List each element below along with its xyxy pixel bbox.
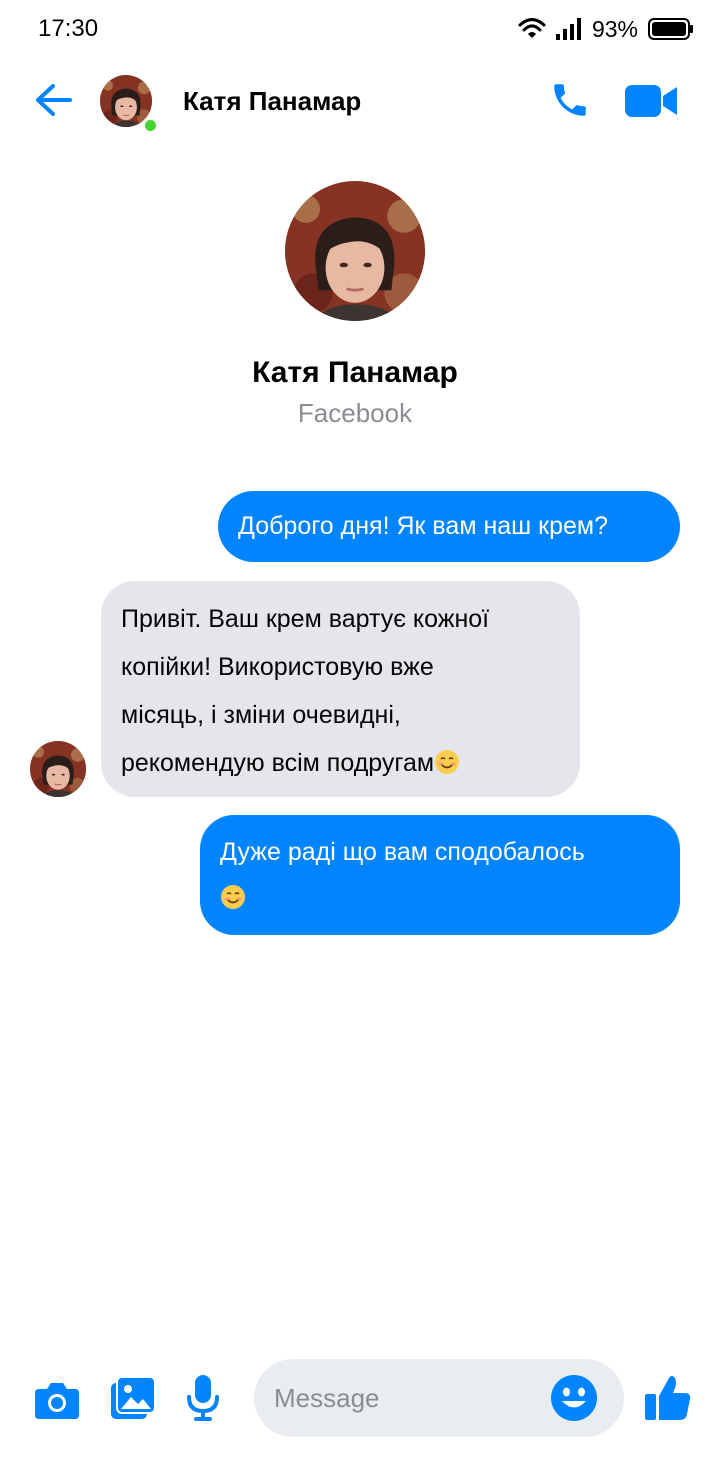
thumbs-up-icon	[645, 1374, 691, 1425]
back-arrow-icon	[35, 83, 73, 122]
message-input[interactable]	[274, 1359, 544, 1437]
status-icons: 93%	[518, 14, 694, 44]
smiling-face-emoji	[220, 879, 246, 909]
gallery-icon	[111, 1375, 156, 1424]
emoji-button[interactable]	[550, 1374, 598, 1422]
chat-header: Катя Панамар	[0, 70, 720, 140]
smiling-face-emoji	[434, 743, 460, 774]
profile-name: Катя Панамар	[252, 356, 458, 389]
battery-percent: 93%	[591, 15, 638, 42]
battery-icon	[648, 18, 694, 40]
phone-icon	[549, 79, 591, 126]
camera-button[interactable]	[32, 1377, 82, 1427]
gallery-button[interactable]	[108, 1375, 158, 1425]
profile-source: Facebook	[297, 398, 413, 428]
incoming-message[interactable]: Привіт. Ваш крем вартує кожної копійки! …	[101, 581, 580, 797]
message-line: місяць, і зміни очевидні,	[121, 701, 401, 729]
online-indicator	[142, 117, 159, 134]
message-text: Дуже раді що вам сподобалось	[220, 838, 585, 866]
message-box	[254, 1359, 624, 1437]
back-button[interactable]	[32, 80, 76, 124]
smiley-icon	[550, 1375, 598, 1426]
outgoing-message[interactable]: Дуже раді що вам сподобалось	[200, 815, 680, 935]
microphone-icon	[186, 1374, 220, 1426]
message-line: Привіт. Ваш крем вартує кожної	[121, 605, 490, 633]
voice-call-button[interactable]	[544, 76, 596, 128]
profile-avatar[interactable]	[285, 181, 425, 321]
status-time: 17:30	[38, 15, 99, 42]
message-line: рекомендую всім подругам	[121, 749, 435, 777]
wifi-icon	[518, 18, 546, 40]
camera-icon	[35, 1381, 79, 1424]
voice-message-button[interactable]	[180, 1374, 226, 1426]
message-line: копійки! Використовую вже	[121, 653, 434, 681]
outgoing-message[interactable]: Доброго дня! Як вам наш крем?	[218, 491, 680, 562]
video-camera-icon	[625, 83, 679, 124]
cellular-signal-icon	[555, 18, 582, 40]
like-button[interactable]	[642, 1373, 694, 1425]
contact-name[interactable]: Катя Панамар	[183, 86, 361, 117]
video-call-button[interactable]	[622, 78, 682, 128]
composer-bar	[0, 1355, 720, 1445]
message-text: Доброго дня! Як вам наш крем?	[238, 512, 609, 540]
status-bar: 17:30 93%	[0, 0, 720, 60]
sender-avatar[interactable]	[30, 741, 86, 797]
